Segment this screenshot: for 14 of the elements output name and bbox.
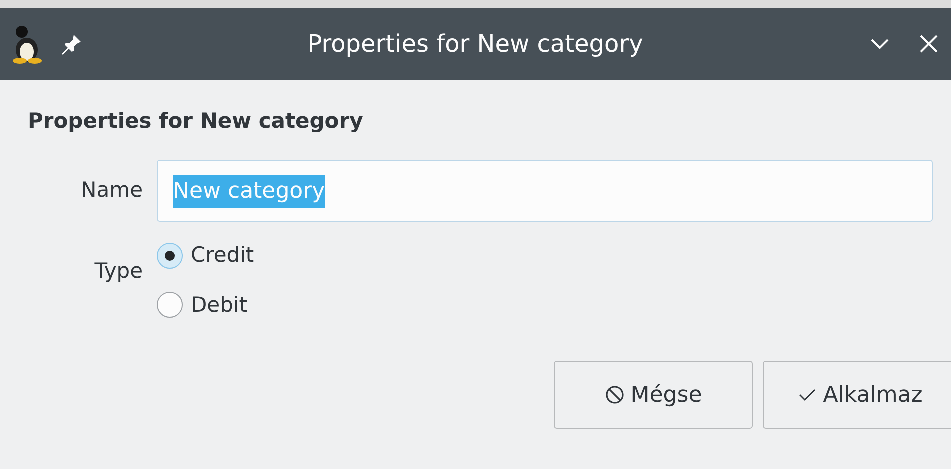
radio-label[interactable]: Debit xyxy=(191,290,248,321)
cancel-button[interactable]: Mégse xyxy=(554,361,753,429)
dialog-heading: Properties for New category xyxy=(27,108,364,135)
name-label: Name xyxy=(80,177,144,204)
selected-text: New category xyxy=(173,174,326,208)
pin-icon[interactable] xyxy=(60,32,84,56)
radio-label[interactable]: Credit xyxy=(191,240,254,272)
apply-button[interactable]: Alkalmaz xyxy=(763,361,951,429)
radio-button[interactable] xyxy=(157,292,183,318)
cancel-icon xyxy=(604,385,625,405)
penguin-icon[interactable] xyxy=(10,24,44,64)
radio-button[interactable] xyxy=(157,242,183,269)
window-title: Properties for New category xyxy=(306,29,644,60)
type-label: Type xyxy=(94,258,144,285)
